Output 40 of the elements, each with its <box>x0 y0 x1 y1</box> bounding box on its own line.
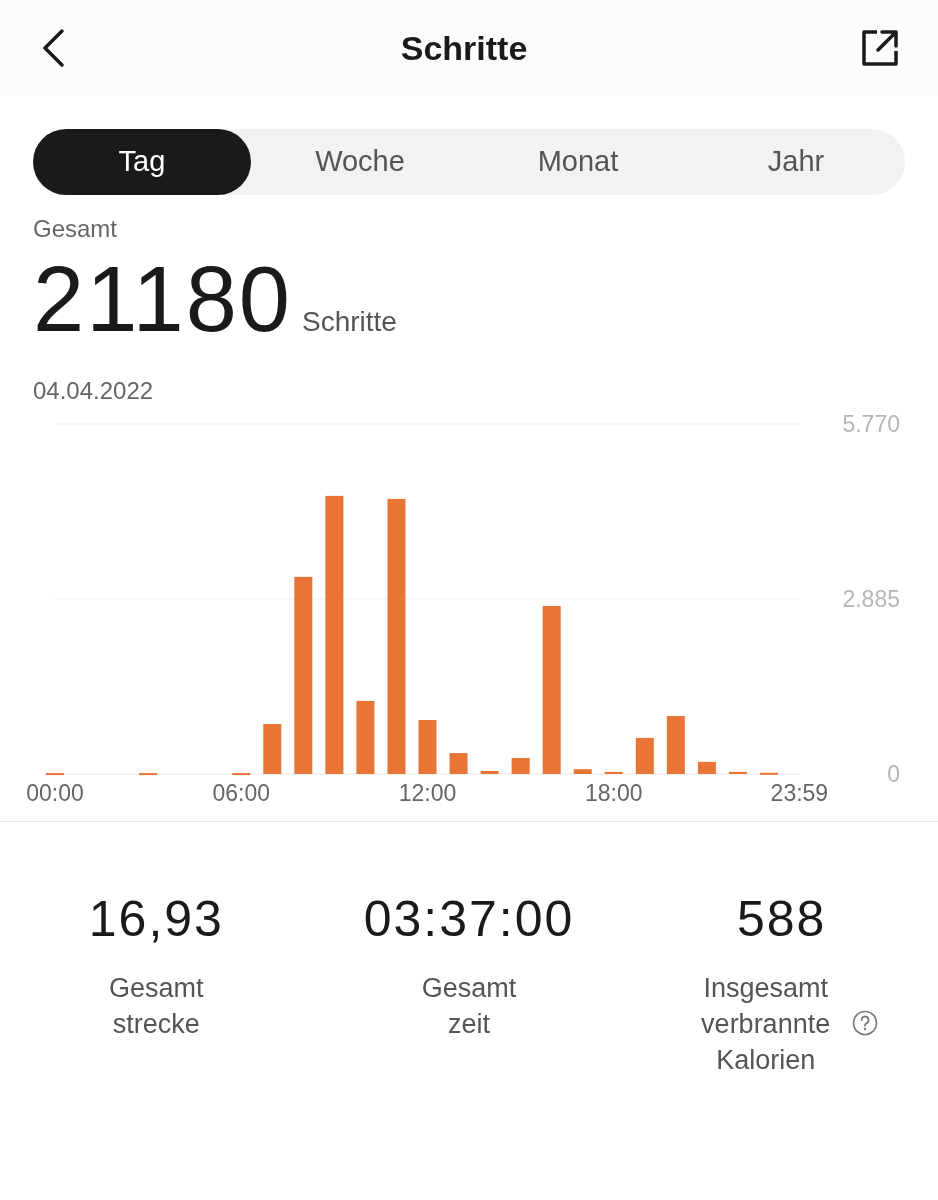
step-count: 21180 <box>33 253 292 345</box>
total-label: Gesamt <box>33 214 119 244</box>
date-label: 04.04.2022 <box>33 376 155 406</box>
help-icon[interactable] <box>851 1010 878 1036</box>
bar <box>232 773 251 776</box>
stat-label: Insgesamt verbrannte Kalorien <box>700 972 832 1077</box>
stat-value: 588 <box>736 894 827 944</box>
period-tab[interactable]: Jahr <box>687 129 905 195</box>
y-axis-label: 0 <box>887 761 900 787</box>
x-axis-label: 00:00 <box>26 780 84 806</box>
bar <box>480 770 499 774</box>
bar <box>635 737 654 774</box>
period-tab[interactable]: Tag <box>33 129 251 195</box>
bar <box>573 769 592 774</box>
page-title: Schritte <box>400 27 528 69</box>
stat-label: Gesamt strecke <box>108 972 205 1041</box>
period-tab[interactable]: Woche <box>251 129 469 195</box>
bar <box>449 753 468 774</box>
bar <box>604 771 623 774</box>
bar <box>728 771 747 774</box>
step-unit: Schritte <box>302 305 397 339</box>
y-axis-label: 2.885 <box>842 586 900 612</box>
stat-value: 16,93 <box>88 894 224 944</box>
bar <box>666 716 685 774</box>
x-axis-label: 12:00 <box>398 780 457 806</box>
bar <box>697 761 716 774</box>
y-axis-label: 5.770 <box>842 411 900 437</box>
share-icon[interactable] <box>860 28 900 68</box>
bar <box>46 773 64 776</box>
bar <box>418 720 437 774</box>
bar <box>263 723 282 774</box>
bar <box>511 757 530 774</box>
x-axis-label: 06:00 <box>212 780 271 806</box>
stat-value: 03:37:00 <box>363 894 575 944</box>
bar <box>139 773 158 776</box>
x-axis-label: 23:59 <box>770 780 829 806</box>
bar <box>759 772 778 775</box>
x-axis-label: 18:00 <box>584 780 643 806</box>
period-tab[interactable]: Monat <box>469 129 687 195</box>
stat-label: Gesamt zeit <box>420 972 518 1041</box>
